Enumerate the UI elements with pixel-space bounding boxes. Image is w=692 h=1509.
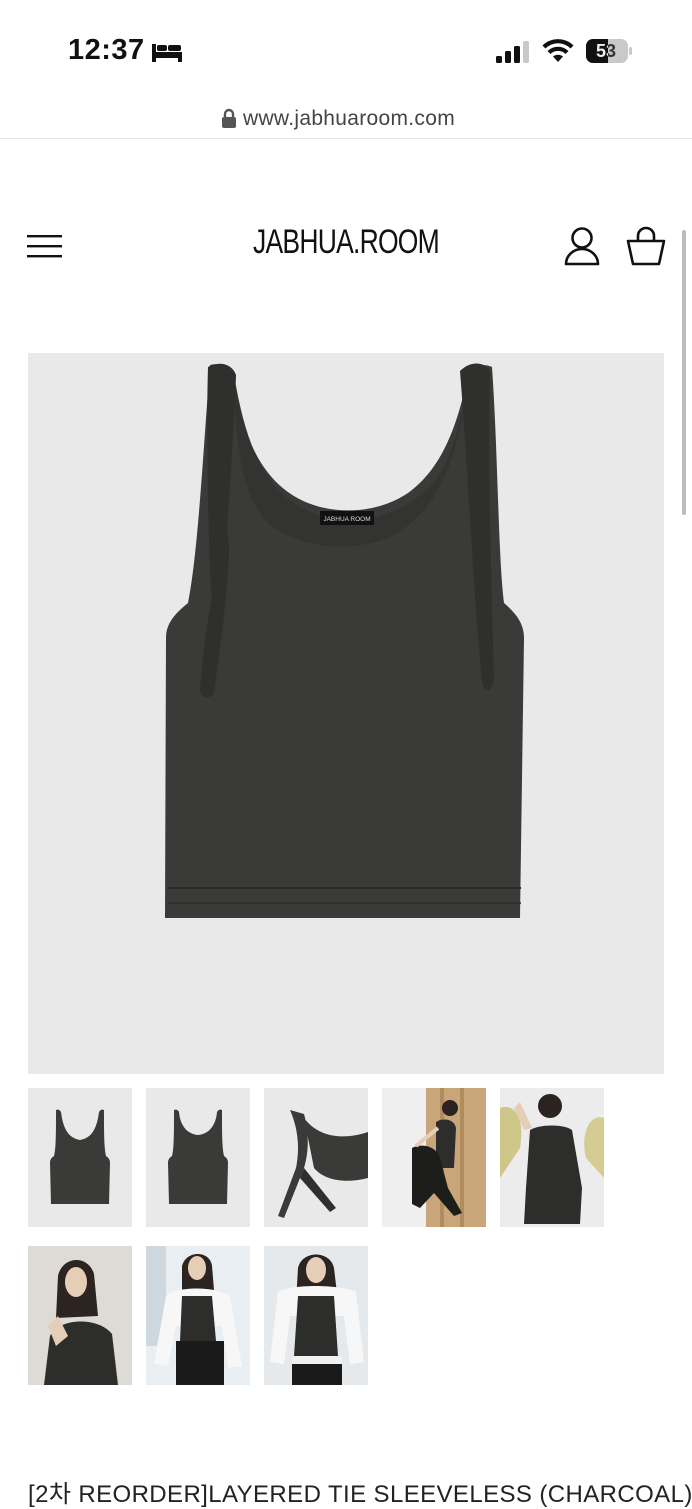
page-scrollbar[interactable] (682, 230, 686, 515)
thumbnail-model-standing[interactable] (264, 1246, 368, 1385)
site-logo[interactable]: JABHUA.ROOM (76, 223, 616, 262)
thumbnail-tie-detail[interactable] (264, 1088, 368, 1227)
tank-top-image: JABHUA ROOM (165, 363, 524, 918)
url-text[interactable]: www.jabhuaroom.com (243, 107, 455, 131)
cellular-signal-icon (496, 41, 529, 63)
thumbnail-model-portrait[interactable] (28, 1246, 132, 1385)
thumbnail-model-jacket[interactable] (146, 1246, 250, 1385)
thumbnail-back[interactable] (146, 1088, 250, 1227)
product-title: [2차 REORDER]LAYERED TIE SLEEVELESS (CHAR… (28, 1481, 692, 1508)
battery-level: 53 (595, 41, 617, 61)
lock-icon (222, 108, 236, 128)
site-header: JABHUA.ROOM (0, 215, 692, 275)
product-main-image[interactable]: JABHUA ROOM (28, 353, 664, 1074)
thumbnail-model-wall[interactable] (500, 1088, 604, 1227)
user-account-icon[interactable] (563, 226, 601, 266)
sleep-mode-icon (152, 44, 182, 62)
garment-label: JABHUA ROOM (323, 516, 370, 523)
wifi-icon (542, 39, 574, 62)
shopping-bag-icon[interactable] (626, 225, 666, 267)
browser-url-bar[interactable]: www.jabhuaroom.com (0, 100, 692, 139)
status-time: 12:37 (68, 34, 145, 66)
thumbnail-model-seated[interactable] (382, 1088, 486, 1227)
status-bar: 12:37 53 (0, 0, 692, 100)
thumbnail-front[interactable] (28, 1088, 132, 1227)
hamburger-menu-icon[interactable] (27, 232, 63, 260)
